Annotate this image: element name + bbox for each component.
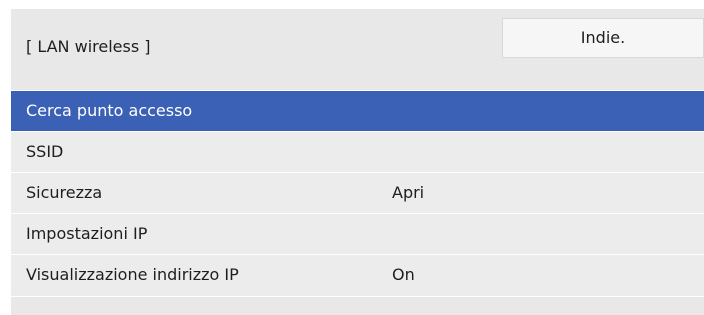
panel-header: [ LAN wireless ] Indie. xyxy=(11,9,704,90)
menu-item-label: Cerca punto accesso xyxy=(26,101,193,120)
menu-item-label: Visualizzazione indirizzo IP xyxy=(26,265,239,284)
ip-address-display-value: On xyxy=(392,265,415,284)
wireless-lan-panel: [ LAN wireless ] Indie. Cerca punto acce… xyxy=(11,9,704,315)
menu-item-search-access-point[interactable]: Cerca punto accesso xyxy=(11,90,704,131)
settings-list: Cerca punto accesso SSID Sicurezza Apri … xyxy=(11,90,704,295)
menu-item-label: SSID xyxy=(26,142,64,161)
panel-footer xyxy=(11,296,704,315)
back-button[interactable]: Indie. xyxy=(502,18,704,58)
menu-item-label: Impostazioni IP xyxy=(26,224,148,243)
security-value: Apri xyxy=(392,183,425,202)
menu-item-ssid[interactable]: SSID xyxy=(11,131,704,172)
menu-item-security[interactable]: Sicurezza Apri xyxy=(11,172,704,213)
page-title: [ LAN wireless ] xyxy=(26,37,151,56)
menu-item-label: Sicurezza xyxy=(26,183,103,202)
menu-item-ip-settings[interactable]: Impostazioni IP xyxy=(11,213,704,254)
menu-item-ip-address-display[interactable]: Visualizzazione indirizzo IP On xyxy=(11,254,704,295)
